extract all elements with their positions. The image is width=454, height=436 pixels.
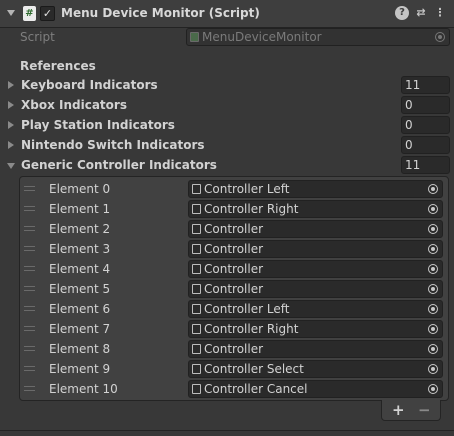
object-field[interactable]: Controller Cancel	[188, 380, 443, 398]
add-element-button[interactable]: +	[392, 401, 405, 419]
remove-element-button[interactable]: −	[418, 401, 431, 419]
object-picker-icon[interactable]	[428, 224, 438, 234]
foldout-arrow-icon[interactable]	[8, 141, 14, 149]
gameobject-icon	[192, 364, 201, 374]
list-footer: + −	[381, 400, 441, 421]
gameobject-icon	[192, 204, 201, 214]
object-picker-icon[interactable]	[428, 364, 438, 374]
component-enabled-checkbox[interactable]: ✓	[40, 6, 55, 21]
array-label[interactable]: Keyboard Indicators	[21, 78, 158, 92]
drag-handle-icon[interactable]	[24, 206, 35, 211]
element-label: Element 8	[49, 342, 111, 356]
element-label: Element 5	[49, 282, 111, 296]
element-label: Element 4	[49, 262, 111, 276]
component-title: Menu Device Monitor (Script)	[61, 6, 260, 20]
kebab-menu-icon[interactable]: ⋮	[433, 6, 447, 20]
object-field[interactable]: Controller Left	[188, 180, 443, 198]
drag-handle-icon[interactable]	[24, 186, 35, 191]
element-label: Element 10	[49, 382, 118, 396]
element-label: Element 6	[49, 302, 111, 316]
gameobject-icon	[192, 244, 201, 254]
drag-handle-icon[interactable]	[24, 326, 35, 331]
array-label[interactable]: Generic Controller Indicators	[21, 158, 217, 172]
gameobject-icon	[192, 324, 201, 334]
element-label: Element 7	[49, 322, 111, 336]
array-size-field[interactable]: 0	[401, 96, 450, 114]
object-picker-icon[interactable]	[428, 384, 438, 394]
object-field[interactable]: Controller Right	[188, 320, 443, 338]
object-field[interactable]: Controller Left	[188, 300, 443, 318]
object-field-value: Controller Right	[204, 202, 299, 216]
object-field-value: Controller Left	[204, 302, 290, 316]
object-field-value: Controller	[204, 222, 264, 236]
script-label: Script	[20, 30, 55, 44]
script-field-value: MenuDeviceMonitor	[202, 30, 322, 44]
drag-handle-icon[interactable]	[24, 306, 35, 311]
object-field-value: Controller	[204, 342, 264, 356]
object-field[interactable]: Controller	[188, 280, 443, 298]
object-picker-icon	[435, 32, 445, 42]
object-picker-icon[interactable]	[428, 304, 438, 314]
element-label: Element 0	[49, 182, 111, 196]
help-icon[interactable]: ?	[395, 6, 409, 20]
array-label[interactable]: Nintendo Switch Indicators	[21, 138, 205, 152]
drag-handle-icon[interactable]	[24, 286, 35, 291]
foldout-arrow-icon[interactable]	[7, 163, 15, 169]
object-field[interactable]: Controller	[188, 240, 443, 258]
drag-handle-icon[interactable]	[24, 246, 35, 251]
element-label: Element 9	[49, 362, 111, 376]
object-field[interactable]: Controller Right	[188, 200, 443, 218]
array-size-field[interactable]: 11	[401, 76, 450, 94]
foldout-arrow-icon[interactable]	[7, 10, 15, 16]
foldout-arrow-icon[interactable]	[8, 81, 14, 89]
object-picker-icon[interactable]	[428, 204, 438, 214]
divider	[0, 430, 454, 431]
drag-handle-icon[interactable]	[24, 366, 35, 371]
script-asset-icon	[190, 32, 199, 42]
gameobject-icon	[192, 284, 201, 294]
element-label: Element 1	[49, 202, 111, 216]
object-field[interactable]: Controller	[188, 220, 443, 238]
gameobject-icon	[192, 384, 201, 394]
array-label[interactable]: Xbox Indicators	[21, 98, 127, 112]
foldout-arrow-icon[interactable]	[8, 101, 14, 109]
object-field-value: Controller Left	[204, 182, 290, 196]
object-picker-icon[interactable]	[428, 344, 438, 354]
gameobject-icon	[192, 344, 201, 354]
drag-handle-icon[interactable]	[24, 346, 35, 351]
foldout-arrow-icon[interactable]	[8, 121, 14, 129]
object-picker-icon[interactable]	[428, 184, 438, 194]
gameobject-icon	[192, 264, 201, 274]
array-size-field[interactable]: 11	[401, 156, 450, 174]
object-picker-icon[interactable]	[428, 284, 438, 294]
array-label[interactable]: Play Station Indicators	[21, 118, 175, 132]
script-field: MenuDeviceMonitor	[186, 28, 450, 46]
element-label: Element 2	[49, 222, 111, 236]
object-field[interactable]: Controller Select	[188, 360, 443, 378]
drag-handle-icon[interactable]	[24, 226, 35, 231]
gameobject-icon	[192, 304, 201, 314]
array-size-field[interactable]: 0	[401, 136, 450, 154]
object-field-value: Controller Right	[204, 322, 299, 336]
object-picker-icon[interactable]	[428, 244, 438, 254]
object-field[interactable]: Controller	[188, 340, 443, 358]
object-field-value: Controller	[204, 262, 264, 276]
drag-handle-icon[interactable]	[24, 266, 35, 271]
drag-handle-icon[interactable]	[24, 386, 35, 391]
component-header: # ✓ Menu Device Monitor (Script) ? ⇄ ⋮	[0, 0, 454, 28]
script-icon: #	[23, 6, 36, 21]
object-field-value: Controller Select	[204, 362, 304, 376]
object-field-value: Controller	[204, 282, 264, 296]
gameobject-icon	[192, 184, 201, 194]
object-field-value: Controller Cancel	[204, 382, 308, 396]
gameobject-icon	[192, 224, 201, 234]
element-label: Element 3	[49, 242, 111, 256]
object-picker-icon[interactable]	[428, 324, 438, 334]
presets-icon[interactable]: ⇄	[414, 6, 428, 20]
array-size-field[interactable]: 0	[401, 116, 450, 134]
object-picker-icon[interactable]	[428, 264, 438, 274]
object-field-value: Controller	[204, 242, 264, 256]
object-field[interactable]: Controller	[188, 260, 443, 278]
references-header: References	[20, 59, 96, 73]
